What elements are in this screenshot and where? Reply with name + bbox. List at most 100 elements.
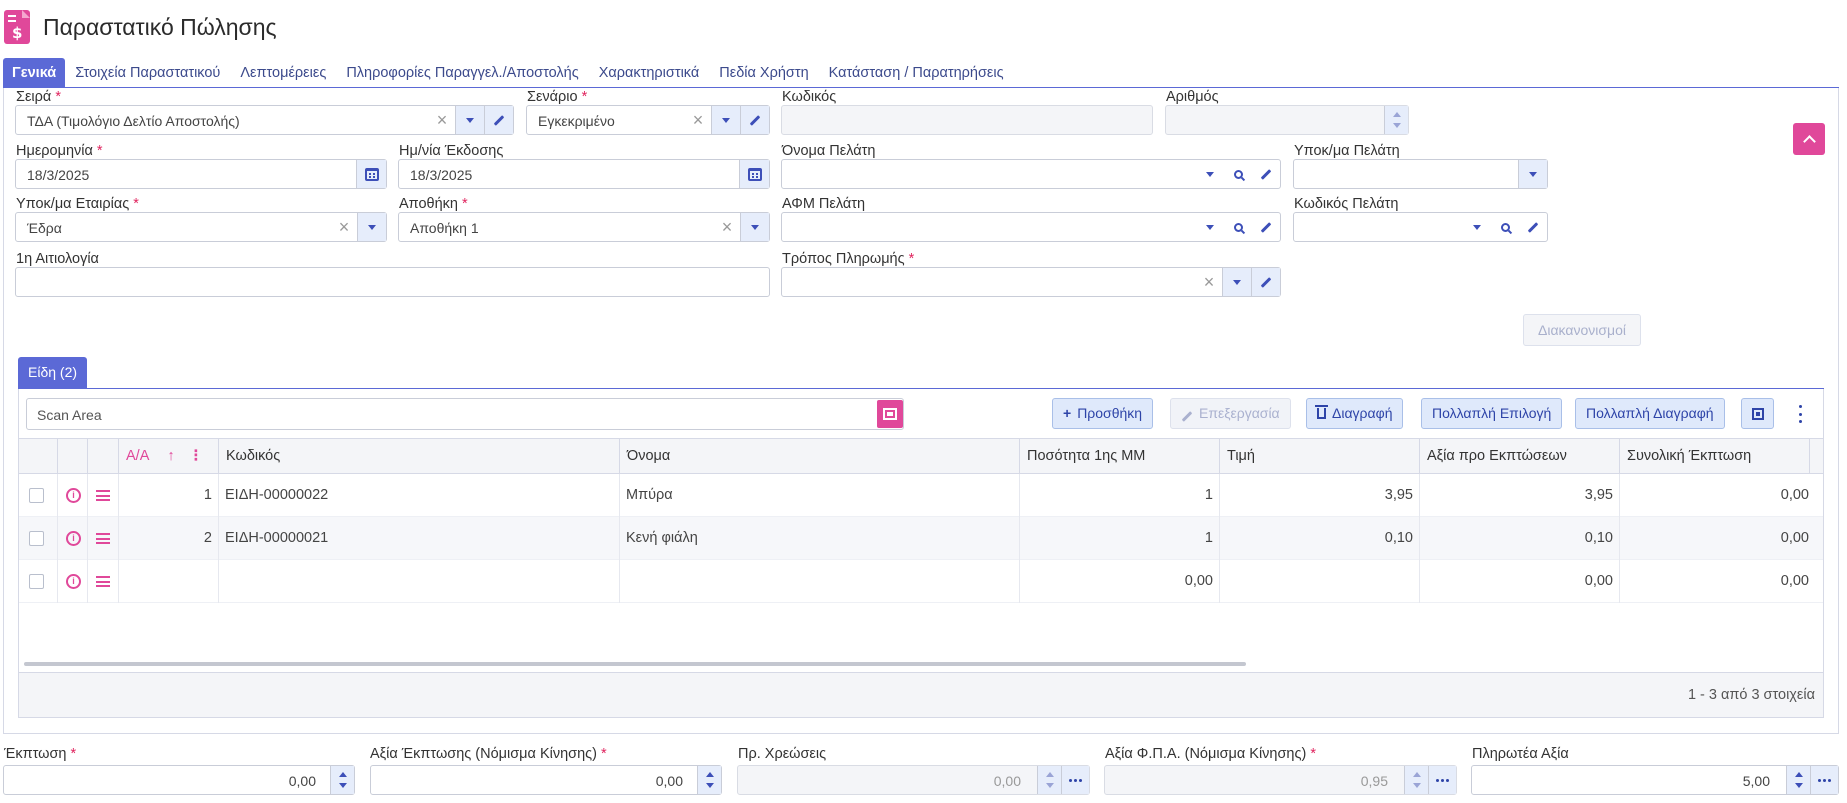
customer-code-field[interactable] (1293, 212, 1548, 242)
clear-icon[interactable]: × (429, 106, 455, 134)
clear-icon[interactable]: × (331, 213, 357, 241)
pagination-summary: 1 - 3 από 3 στοιχεία (1687, 687, 1815, 703)
chevron-down-icon[interactable] (1196, 213, 1224, 241)
reason-field[interactable] (15, 267, 770, 297)
tab-order-shipping[interactable]: Πληροφορίες Παραγγελ./Αποστολής (336, 58, 588, 88)
row-menu-icon[interactable] (96, 533, 110, 544)
customer-name-field[interactable] (781, 159, 1281, 189)
more-options-icon[interactable] (1797, 405, 1803, 423)
chevron-down-icon[interactable] (1463, 213, 1491, 241)
info-icon[interactable]: i (66, 531, 81, 546)
issue-date-field[interactable]: 18/3/2025 (398, 159, 770, 189)
column-menu-icon[interactable]: ⋮ (189, 448, 204, 464)
cell-discount: 0,00 (1620, 560, 1823, 603)
more-icon[interactable] (1061, 766, 1089, 794)
chevron-down-icon[interactable] (358, 213, 386, 241)
scenario-select[interactable]: Εγκεκριμένο × (526, 105, 770, 135)
chevron-down-icon[interactable] (741, 213, 769, 241)
edit-icon[interactable] (1252, 268, 1280, 296)
table-row[interactable]: i 0,00 0,00 0,00 (19, 560, 1823, 603)
settlements-button[interactable]: Διακανονισμοί (1523, 314, 1641, 346)
tab-user-fields[interactable]: Πεδία Χρήστη (709, 58, 818, 88)
column-header-price[interactable]: Τιμή (1220, 439, 1420, 474)
calendar-icon[interactable] (356, 160, 386, 188)
payable-stepper[interactable] (1786, 766, 1810, 794)
column-header-code[interactable]: Κωδικός (219, 439, 620, 474)
chevron-down-icon[interactable] (1519, 160, 1547, 188)
tab-details[interactable]: Λεπτομέρειες (230, 58, 336, 88)
calendar-icon[interactable] (739, 160, 769, 188)
company-branch-select[interactable]: Έδρα × (15, 212, 387, 242)
tab-document-details[interactable]: Στοιχεία Παραστατικού (65, 58, 230, 88)
chevron-down-icon[interactable] (1223, 268, 1251, 296)
customer-branch-select[interactable] (1293, 159, 1548, 189)
row-checkbox[interactable] (29, 488, 44, 503)
column-header-name[interactable]: Όνομα (620, 439, 1020, 474)
customer-vat-field[interactable] (781, 212, 1281, 242)
discount-amount-field[interactable]: 0,00 (370, 765, 722, 795)
info-icon[interactable]: i (66, 488, 81, 503)
clear-icon[interactable]: × (714, 213, 740, 241)
info-icon[interactable]: i (66, 574, 81, 589)
discount-stepper[interactable] (330, 766, 354, 794)
issue-date-label: Ημ/νία Έκδοσης (399, 143, 504, 159)
reason-label: 1η Αιτιολογία (16, 251, 99, 267)
cell-value: 3,95 (1420, 474, 1620, 517)
series-select[interactable]: ΤΔΑ (Τιμολόγιο Δελτίο Αποστολής) × (15, 105, 514, 135)
tab-general[interactable]: Γενικά (3, 58, 66, 88)
fullscreen-icon (1751, 407, 1764, 420)
cell-name: Κενή φιάλη (620, 517, 1020, 560)
horizontal-scrollbar[interactable] (24, 662, 1246, 666)
column-header-value-before-discount[interactable]: Αξία προ Εκπτώσεων (1420, 439, 1620, 474)
search-icon[interactable] (1224, 160, 1252, 188)
scan-area-input[interactable]: Scan Area (26, 398, 904, 430)
edit-icon[interactable] (1252, 213, 1280, 241)
search-icon[interactable] (1491, 213, 1519, 241)
barcode-icon (883, 408, 897, 420)
multi-select-button[interactable]: Πολλαπλή Επιλογή (1421, 398, 1563, 429)
clear-icon[interactable]: × (1196, 268, 1222, 296)
table-row[interactable]: i 1 ΕΙΔΗ-00000022 Μπύρα 1 3,95 3,95 0,00 (19, 474, 1823, 517)
number-field (1165, 105, 1409, 135)
search-icon[interactable] (1224, 213, 1252, 241)
tab-status-notes[interactable]: Κατάσταση / Παρατηρήσεις (819, 58, 1014, 88)
discount-amount-stepper[interactable] (697, 766, 721, 794)
payable-label: Πληρωτέα Αξία (1472, 746, 1569, 762)
payment-select[interactable]: × (781, 267, 1281, 297)
table-row[interactable]: i 2 ΕΙΔΗ-00000021 Κενή φιάλη 1 0,10 0,10… (19, 517, 1823, 560)
column-header-aa[interactable]: Α/Α ↑ ⋮ (119, 439, 219, 474)
edit-button[interactable]: Επεξεργασία (1170, 398, 1291, 429)
fullscreen-button[interactable] (1741, 398, 1774, 429)
column-header-quantity[interactable]: Ποσότητα 1ης ΜΜ (1020, 439, 1220, 474)
more-icon[interactable] (1810, 766, 1838, 794)
date-field[interactable]: 18/3/2025 (15, 159, 387, 189)
multi-delete-button[interactable]: Πολλαπλή Διαγραφή (1575, 398, 1725, 429)
add-button[interactable]: + Προσθήκη (1052, 398, 1154, 429)
grid-footer: 1 - 3 από 3 στοιχεία (19, 672, 1823, 717)
edit-icon[interactable] (1252, 160, 1280, 188)
tab-characteristics[interactable]: Χαρακτηριστικά (589, 58, 710, 88)
row-checkbox[interactable] (29, 574, 44, 589)
more-icon[interactable] (1428, 766, 1456, 794)
chevron-down-icon[interactable] (1196, 160, 1224, 188)
edit-icon[interactable] (485, 106, 513, 134)
row-menu-icon[interactable] (96, 576, 110, 587)
row-checkbox[interactable] (29, 531, 44, 546)
row-menu-icon[interactable] (96, 490, 110, 501)
cell-discount: 0,00 (1620, 517, 1823, 560)
barcode-scan-button[interactable] (877, 400, 903, 428)
cell-value: 0,10 (1420, 517, 1620, 560)
warehouse-select[interactable]: Αποθήκη 1 × (398, 212, 770, 242)
tab-items[interactable]: Είδη (2) (18, 357, 88, 388)
collapse-button[interactable] (1793, 123, 1825, 155)
payable-field[interactable]: 5,00 (1471, 765, 1839, 795)
edit-icon[interactable] (741, 106, 769, 134)
sales-document-icon: $ (4, 10, 30, 44)
chevron-down-icon[interactable] (712, 106, 740, 134)
clear-icon[interactable]: × (685, 106, 711, 134)
edit-icon[interactable] (1519, 213, 1547, 241)
column-header-total-discount[interactable]: Συνολική Έκπτωση (1620, 439, 1810, 474)
discount-field[interactable]: 0,00 (3, 765, 355, 795)
delete-button[interactable]: Διαγραφή (1306, 398, 1404, 429)
chevron-down-icon[interactable] (456, 106, 484, 134)
